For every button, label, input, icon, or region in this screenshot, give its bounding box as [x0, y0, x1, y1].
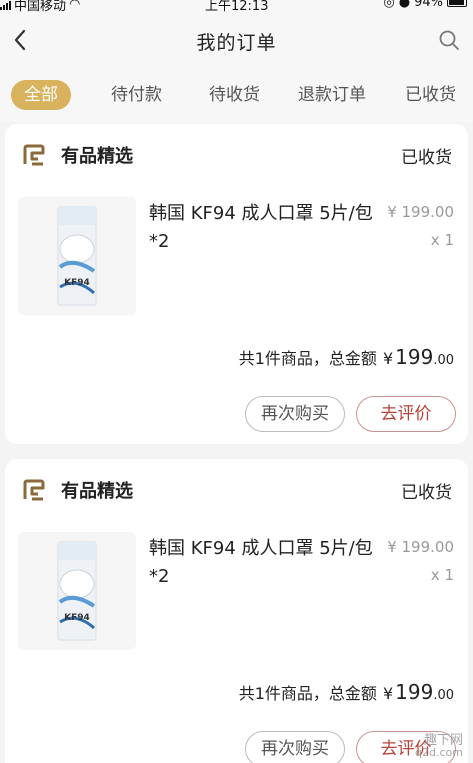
alarm-icon: ●: [398, 0, 411, 10]
status-time: 上午12:13: [205, 0, 269, 12]
status-right: ◎ ● 94%: [383, 0, 467, 10]
search-button[interactable]: [435, 26, 463, 54]
product-name[interactable]: 韩国 KF94 成人口罩 5片/包*2: [149, 200, 377, 256]
lock-rotation-icon: ◎: [383, 0, 395, 10]
thumb-label: KF94: [64, 278, 90, 288]
rebuy-button[interactable]: 再次购买: [245, 396, 345, 432]
total-amount-int: 199: [395, 680, 434, 704]
order-card-header: 有品精选 已收货: [5, 459, 468, 519]
page-title: 我的订单: [196, 32, 277, 54]
order-tabs: 全部 待付款 待收货 退款订单 已收货: [0, 68, 473, 122]
order-summary: 共1件商品，总金额 ¥ 199 .00: [239, 345, 454, 369]
summary-label: 共1件商品，总金额: [238, 349, 377, 368]
review-button[interactable]: 去评价: [356, 396, 456, 432]
order-card-header: 有品精选 已收货: [5, 124, 468, 184]
tab-all[interactable]: 全部: [11, 80, 71, 110]
rebuy-button[interactable]: 再次购买: [245, 731, 345, 763]
product-image[interactable]: KF94: [18, 532, 136, 650]
product-quantity: x 1: [430, 231, 454, 249]
wifi-icon: ◠: [69, 0, 81, 12]
total-amount-int: 199: [395, 345, 434, 369]
mask-package-icon: KF94: [57, 206, 97, 306]
total-amount-dec: .00: [433, 353, 454, 368]
mask-package-icon: KF94: [57, 541, 97, 641]
watermark-url: q2d.com: [415, 746, 463, 759]
store-name[interactable]: 有品精选: [61, 142, 133, 168]
store-name[interactable]: 有品精选: [61, 477, 133, 503]
product-image[interactable]: KF94: [18, 197, 136, 315]
tab-pending-delivery[interactable]: 待收货: [209, 80, 260, 110]
order-status: 已收货: [401, 148, 452, 168]
status-bar: 中国移动 ◠ 上午12:13 ◎ ● 94%: [0, 0, 473, 12]
tab-received[interactable]: 已收货: [405, 80, 456, 110]
site-watermark: 趣下网 q2d.com: [395, 729, 467, 763]
order-summary: 共1件商品，总金额 ¥ 199 .00: [239, 680, 454, 704]
youpin-logo-icon: [23, 479, 45, 501]
order-card[interactable]: 有品精选 已收货 KF94 韩国 KF94 成人口罩 5片/包*2 ¥ 199.…: [5, 459, 468, 763]
signal-icon: [0, 0, 11, 10]
thumb-label: KF94: [64, 613, 90, 623]
carrier-label: 中国移动: [14, 0, 67, 12]
summary-label: 共1件商品，总金额: [238, 684, 377, 703]
product-price: ¥ 199.00: [387, 538, 454, 556]
tab-pending-payment[interactable]: 待付款: [111, 80, 162, 110]
order-status: 已收货: [401, 483, 452, 503]
status-left: 中国移动 ◠: [0, 0, 80, 12]
battery-label: 94%: [414, 0, 443, 10]
youpin-logo-icon: [23, 144, 45, 166]
search-icon: [439, 30, 459, 50]
product-quantity: x 1: [430, 566, 454, 584]
total-amount-dec: .00: [433, 688, 454, 703]
product-name[interactable]: 韩国 KF94 成人口罩 5片/包*2: [149, 535, 377, 591]
order-card[interactable]: 有品精选 已收货 KF94 韩国 KF94 成人口罩 5片/包*2 ¥ 199.…: [5, 124, 468, 444]
tab-refund-orders[interactable]: 退款订单: [298, 80, 366, 110]
currency-symbol: ¥: [382, 349, 394, 368]
currency-symbol: ¥: [382, 684, 394, 703]
nav-bar: 我的订单: [0, 12, 473, 68]
battery-icon: [447, 0, 467, 7]
product-price: ¥ 199.00: [387, 203, 454, 221]
